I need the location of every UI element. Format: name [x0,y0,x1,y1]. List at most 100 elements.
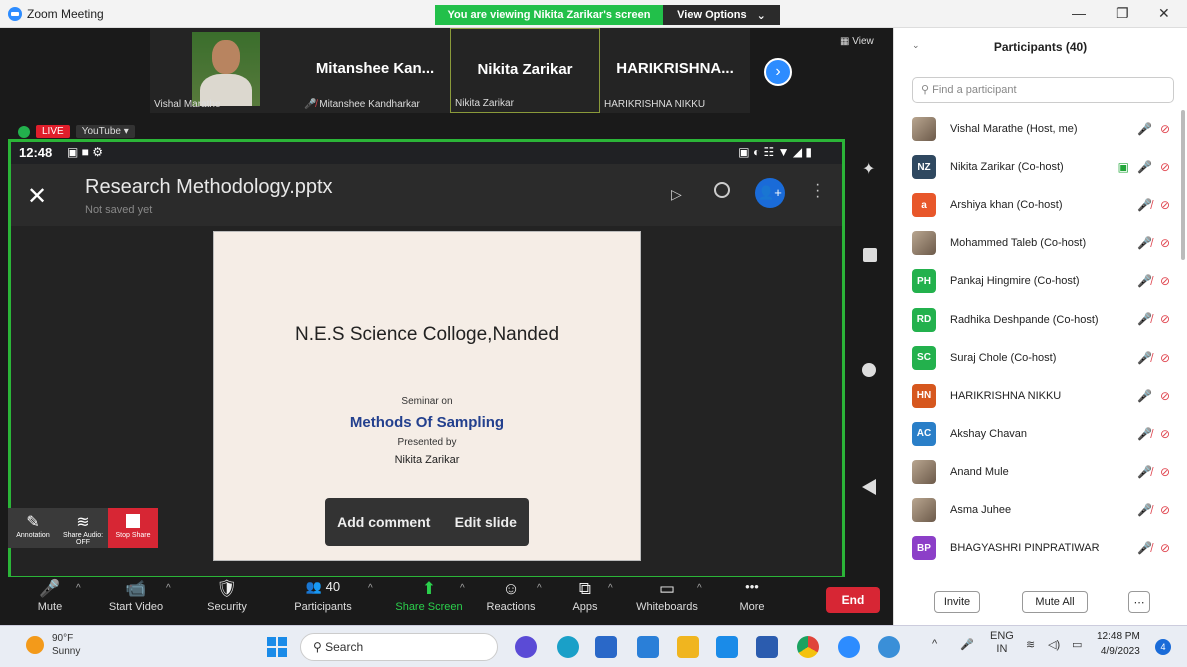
edit-slide-button[interactable]: Edit slide [455,514,517,530]
phone-time: 12:48 [19,145,53,160]
wifi-icon[interactable]: ≋ [1026,638,1035,651]
participant-name: Asma Juhee [950,503,1012,516]
invite-button[interactable]: Invite [934,591,980,613]
caret-up-icon[interactable]: ^ [537,583,542,594]
close-icon[interactable]: ✕ [27,182,47,211]
participant-row[interactable]: NZ Nikita Zarikar (Co-host) ▣ 🎤 ⊘ [912,148,1178,186]
annotation-button[interactable]: ✎ Annotation [8,508,58,548]
start-button[interactable] [267,637,287,657]
participants-button[interactable]: 👥 40 Participants [283,579,363,613]
participant-row[interactable]: Mohammed Taleb (Co-host) 🎤̸ ⊘ [912,224,1178,262]
edge-icon[interactable] [557,636,579,658]
caret-up-icon[interactable]: ^ [697,583,702,594]
add-comment-button[interactable]: Add comment [337,514,430,530]
slide-college: N.E.S Science Colloge,Nanded [294,324,560,345]
view-options-button[interactable]: View Options ⌄ [663,5,780,25]
status-icons: ▣ ■ ⚙ [67,145,104,159]
share-audio-button[interactable]: ≋ Share Audio: OFF [58,508,108,548]
people-icon: 👥 40 [305,579,341,594]
restore-icon[interactable]: ❐ [1116,5,1129,22]
participant-name: Nikita Zarikar (Co-host) [950,161,1064,174]
share-screen-button[interactable]: ⬆ Share Screen [389,579,469,613]
participant-row[interactable]: SC Suraj Chole (Co-host) 🎤̸ ⊘ [912,339,1178,377]
participant-row[interactable]: BP BHAGYASHRI PINPRATIWAR 🎤̸ ⊘ [912,529,1178,567]
participant-row[interactable]: RD Radhika Deshpande (Co-host) 🎤̸ ⊘ [912,300,1178,338]
taskbar-search-label: Search [325,640,364,654]
chat-app-icon[interactable] [515,636,537,658]
store-icon[interactable] [595,636,617,658]
reactions-label: Reactions [486,601,536,613]
more-vert-icon[interactable]: · · · [815,177,820,205]
home-icon[interactable] [862,363,876,377]
weather-widget[interactable]: 90°F Sunny [26,632,80,658]
file-explorer-icon[interactable] [677,636,699,658]
more-button[interactable]: ••• More [712,579,792,613]
add-user-icon[interactable]: 👤+ [755,178,785,208]
back-icon[interactable] [862,479,876,495]
play-icon[interactable]: ▷ [671,186,682,203]
end-button[interactable]: End [826,587,880,613]
caret-up-icon[interactable]: ^ [76,583,81,594]
video-thumbnail[interactable]: Vishal Marathe [150,28,300,113]
caret-up-icon[interactable]: ^ [608,583,613,594]
scrollbar[interactable] [1181,110,1185,260]
participant-row[interactable]: a Arshiya khan (Co-host) 🎤̸ ⊘ [912,186,1178,224]
participants-title: Participants (40) [993,40,1088,54]
participant-search-input[interactable]: ⚲ Find a participant [912,77,1174,103]
participant-list: Vishal Marathe (Host, me) 🎤 ⊘ NZ Nikita Zari… [912,110,1178,567]
zoom-icon[interactable] [838,636,860,658]
clock[interactable]: 12:48 PM 4/9/2023 [1097,629,1140,659]
apps-button[interactable]: ⧉ Apps [545,579,625,613]
view-button[interactable]: ▦ View [840,36,874,47]
chevron-up-icon[interactable]: ^ [932,638,937,650]
minimize-icon[interactable]: — [1072,5,1086,21]
word-icon[interactable] [756,636,778,658]
video-thumbnail-active[interactable]: Nikita Zarikar Nikita Zarikar [450,28,600,113]
search-placeholder: Find a participant [932,84,1017,96]
volume-icon[interactable]: ◁) [1048,638,1060,651]
start-video-button[interactable]: 📹 Start Video [96,579,176,613]
more-options-button[interactable]: ⋯ [1128,591,1150,613]
language-indicator[interactable]: ENG IN [990,630,1014,656]
video-thumbnail[interactable]: Mitanshee Kan... 🎤̸ Mitanshee Kandharkar [300,28,450,113]
document-name: Research Methodology.pptx [85,176,333,198]
participant-row[interactable]: Vishal Marathe (Host, me) 🎤 ⊘ [912,110,1178,148]
mute-all-button[interactable]: Mute All [1022,591,1088,613]
participant-row[interactable]: Asma Juhee 🎤̸ ⊘ [912,491,1178,529]
slide-presented: Presented by [397,437,457,448]
participant-row[interactable]: AC Akshay Chavan 🎤̸ ⊘ [912,415,1178,453]
zoom-logo-icon [8,7,22,21]
security-button[interactable]: 🛡 Security [187,579,267,613]
whiteboards-button[interactable]: ▭ Whiteboards [627,579,707,613]
lang-secondary: IN [996,643,1008,655]
live-badge[interactable]: LIVE [36,125,70,138]
battery-icon[interactable]: ▭ [1072,638,1082,651]
youtube-dropdown[interactable]: YouTube ▾ [75,125,135,138]
caret-up-icon[interactable]: ^ [166,583,171,594]
participant-row[interactable]: PH Pankaj Hingmire (Co-host) 🎤̸ ⊘ [912,262,1178,300]
telegram-icon[interactable] [878,636,900,658]
thumbnail-name: Nikita Zarikar [455,98,514,109]
search-icon[interactable] [714,182,730,198]
mail-icon[interactable] [637,636,659,658]
pen-icon: ✎ [26,514,40,531]
recents-icon[interactable] [863,248,877,262]
l-app-icon[interactable] [716,636,738,658]
close-icon[interactable]: ✕ [1158,5,1170,22]
notification-badge[interactable]: 4 [1155,639,1171,655]
accessibility-icon[interactable]: ✦ [862,159,875,179]
participant-row[interactable]: Anand Mule 🎤̸ ⊘ [912,453,1178,491]
video-thumbnail[interactable]: HARIKRISHNA... HARIKRISHNA NIKKU [600,28,750,113]
mic-muted-icon: 🎤̸ [304,99,320,110]
next-page-button[interactable]: › [764,58,792,86]
avatar: NZ [912,155,936,180]
search-icon: ⚲ [921,84,933,96]
video-off-icon: ⊘ [1159,464,1170,479]
participant-row[interactable]: HN HARIKRISHNA NIKKU 🎤 ⊘ [912,377,1178,415]
stop-share-button[interactable]: Stop Share [108,508,158,548]
chrome-icon[interactable] [797,636,819,658]
taskbar-search[interactable]: ⚲ Search [300,633,498,661]
mic-icon[interactable]: 🎤 [960,638,974,651]
caret-up-icon[interactable]: ^ [460,583,465,594]
caret-up-icon[interactable]: ^ [368,583,373,594]
